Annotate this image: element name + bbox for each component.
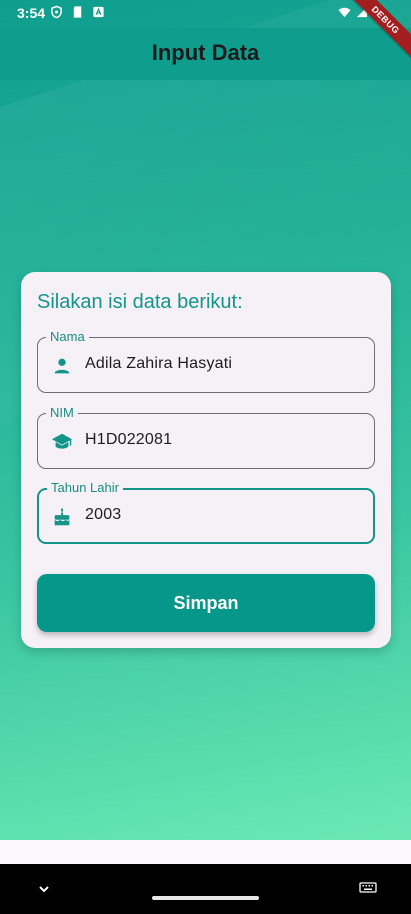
app-screen: 3:54 Input Data DEBUG Silakan isi data b… [0, 0, 411, 914]
bottom-area [0, 840, 411, 864]
shield-icon [51, 5, 62, 19]
home-gesture-handle[interactable] [152, 896, 259, 900]
nim-field[interactable]: NIM H1D022081 [37, 405, 375, 469]
birth-year-field-value[interactable]: 2003 [85, 506, 121, 524]
school-icon [51, 433, 73, 449]
status-icons-left [50, 5, 105, 19]
sd-card-icon [73, 6, 82, 18]
birth-year-field-label: Tahun Lahir [47, 480, 123, 495]
name-field-value[interactable]: Adila Zahira Hasyati [85, 355, 232, 373]
page-title: Input Data [151, 40, 260, 65]
person-icon [54, 358, 70, 374]
nim-field-label: NIM [46, 405, 78, 420]
name-field[interactable]: Nama Adila Zahira Hasyati [37, 329, 375, 393]
chevron-down-icon[interactable] [36, 881, 52, 897]
name-field-label: Nama [46, 329, 89, 344]
birth-year-field[interactable]: Tahun Lahir 2003 [37, 480, 375, 544]
wifi-icon [338, 7, 351, 18]
status-bar: 3:54 [0, 0, 411, 28]
navigation-bar [0, 864, 411, 914]
form-heading: Silakan isi data berikut: [37, 291, 243, 313]
form-card: Silakan isi data berikut: Nama Adila Zah… [21, 272, 391, 648]
cake-icon [54, 507, 70, 526]
status-time: 3:54 [17, 5, 46, 21]
text-icon [93, 6, 104, 18]
save-button[interactable]: Simpan [37, 574, 375, 632]
app-bar: Input Data [0, 28, 411, 80]
nim-field-value[interactable]: H1D022081 [85, 431, 172, 449]
keyboard-icon[interactable] [359, 881, 377, 895]
